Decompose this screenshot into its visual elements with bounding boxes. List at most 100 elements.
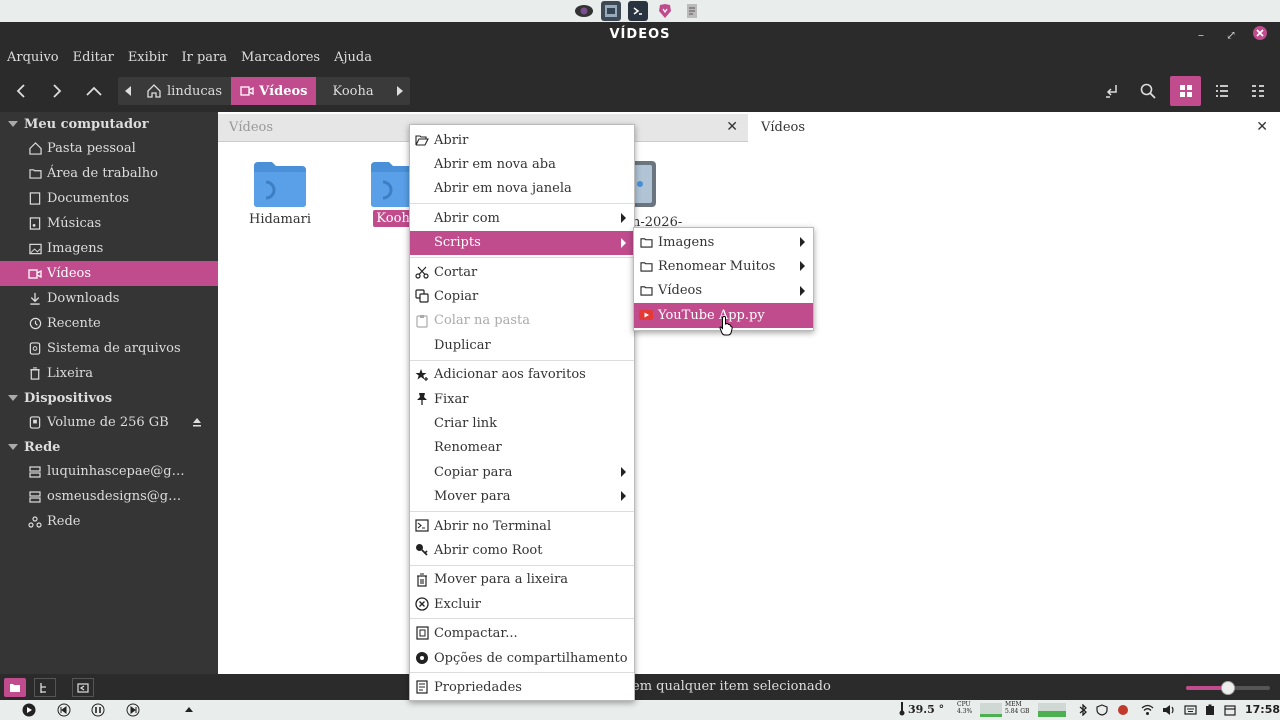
sidebar-item-images[interactable]: Imagens — [0, 236, 218, 261]
search-icon[interactable] — [1134, 77, 1162, 105]
toggle-location-icon[interactable] — [1098, 77, 1126, 105]
menu-item-duplicar[interactable]: Duplicar — [410, 333, 634, 357]
menu-item-renomear[interactable]: Renomear — [410, 436, 634, 460]
sidebar-item-network[interactable]: Rede — [0, 509, 218, 534]
menu-item-compactar[interactable]: Compactar... — [410, 621, 634, 645]
calendar-icon[interactable] — [1224, 704, 1236, 716]
submenu-item-videos[interactable]: Vídeos — [634, 279, 813, 303]
menu-item-abrir-nova-janela[interactable]: Abrir em nova janela — [410, 177, 634, 201]
show-treeview-button[interactable] — [34, 678, 56, 697]
forward-button[interactable] — [43, 77, 71, 105]
menu-ir-para[interactable]: Ir para — [175, 48, 235, 68]
zoom-slider[interactable] — [1186, 681, 1270, 695]
path-item-home[interactable]: linducas — [138, 77, 231, 105]
menu-item-copiar[interactable]: Copiar — [410, 284, 634, 308]
menu-item-scripts[interactable]: Scripts — [410, 230, 634, 255]
close-tab-icon[interactable]: ✕ — [1256, 119, 1268, 135]
sidebar-item-network-drive-1[interactable]: luquinhascepae@g… — [0, 459, 218, 484]
menu-item-compartilhamento[interactable]: Opções de compartilhamento — [410, 646, 634, 670]
menu-marcadores[interactable]: Marcadores — [234, 48, 327, 68]
menu-item-abrir-com[interactable]: Abrir com — [410, 206, 634, 230]
wifi-icon[interactable] — [1141, 704, 1154, 716]
menu-item-fixar[interactable]: Fixar — [410, 387, 634, 411]
sidebar-item-music[interactable]: Músicas — [0, 211, 218, 236]
path-left-arrow-icon[interactable] — [118, 77, 138, 105]
menu-item-criar-link[interactable]: Criar link — [410, 411, 634, 435]
copy-icon — [415, 289, 429, 303]
minimize-icon[interactable]: – — [1192, 26, 1210, 44]
sidebar-item-label: Recente — [47, 316, 101, 331]
bluetooth-icon[interactable] — [1078, 704, 1088, 716]
record-icon[interactable] — [1117, 704, 1129, 716]
menu-editar[interactable]: Editar — [66, 48, 121, 68]
menu-item-copiar-para[interactable]: Copiar para — [410, 460, 634, 484]
path-item-kooha[interactable]: Kooha — [316, 77, 389, 105]
show-places-button[interactable] — [4, 678, 26, 697]
eject-icon[interactable] — [192, 417, 202, 427]
menu-item-propriedades[interactable]: Propriedades — [410, 675, 634, 699]
pause-icon[interactable] — [91, 703, 105, 717]
compact-view-button[interactable] — [1244, 77, 1272, 105]
next-track-icon[interactable] — [126, 703, 140, 717]
menu-item-abrir-terminal[interactable]: Abrir no Terminal — [410, 514, 634, 538]
sidebar-section-devices[interactable]: Dispositivos — [0, 386, 218, 410]
sidebar-section-computer[interactable]: Meu computador — [0, 112, 218, 136]
sidebar-item-trash[interactable]: Lixeira — [0, 361, 218, 386]
folder-icon — [28, 167, 42, 181]
battery-icon[interactable] — [1205, 704, 1215, 716]
menu-item-adicionar-favoritos[interactable]: Adicionar aos favoritos — [410, 363, 634, 387]
volume-icon[interactable] — [1162, 704, 1175, 716]
list-view-button[interactable] — [1208, 77, 1236, 105]
temperature-indicator: 39.5 ° — [899, 702, 944, 716]
icon-view-button[interactable] — [1170, 76, 1201, 106]
previous-track-icon[interactable] — [57, 703, 71, 717]
file-item-hidamari[interactable]: Hidamari — [235, 160, 325, 227]
menu-item-cortar[interactable]: Cortar — [410, 260, 634, 284]
text-editor-icon[interactable] — [682, 1, 702, 21]
menu-ajuda[interactable]: Ajuda — [327, 48, 379, 68]
up-button[interactable] — [80, 77, 108, 105]
expand-up-icon[interactable] — [184, 706, 194, 713]
image-icon — [28, 242, 42, 256]
path-item-videos[interactable]: Vídeos — [231, 77, 317, 105]
files-app-icon[interactable] — [601, 1, 621, 21]
menu-item-abrir-nova-aba[interactable]: Abrir em nova aba — [410, 152, 634, 176]
sidebar-item-network-drive-2[interactable]: osmeusdesigns@g… — [0, 484, 218, 509]
toggle-sidebar-button[interactable] — [72, 678, 94, 697]
menu-item-abrir[interactable]: Abrir — [410, 128, 634, 152]
back-button[interactable] — [7, 77, 35, 105]
menu-item-label: Copiar — [434, 289, 479, 305]
terminal-app-icon[interactable] — [628, 1, 648, 21]
sidebar-item-videos[interactable]: Vídeos — [0, 261, 218, 286]
delete-icon — [415, 597, 429, 611]
sidebar-item-home[interactable]: Pasta pessoal — [0, 136, 218, 161]
menu-item-mover-lixeira[interactable]: Mover para a lixeira — [410, 568, 634, 592]
maximize-icon[interactable]: ⤢ — [1222, 26, 1240, 44]
shield-icon[interactable] — [1096, 704, 1108, 716]
sidebar-item-documents[interactable]: Documentos — [0, 186, 218, 211]
sidebar-item-downloads[interactable]: Downloads — [0, 286, 218, 311]
tab-videos-2[interactable]: Vídeos ✕ — [750, 114, 1278, 142]
brave-browser-icon[interactable] — [655, 1, 675, 21]
sidebar-item-filesystem[interactable]: Sistema de arquivos — [0, 336, 218, 361]
close-tab-icon[interactable]: ✕ — [726, 119, 738, 135]
path-right-arrow-icon[interactable] — [390, 77, 410, 105]
keyboard-icon[interactable] — [1184, 704, 1197, 716]
submenu-item-renomear-muitos[interactable]: Renomear Muitos — [634, 254, 813, 278]
sidebar-item-desktop[interactable]: Área de trabalho — [0, 161, 218, 186]
sidebar-section-title: Rede — [24, 439, 61, 455]
close-window-icon[interactable] — [1252, 25, 1270, 43]
menu-arquivo[interactable]: Arquivo — [0, 48, 66, 68]
sidebar-item-recent[interactable]: Recente — [0, 311, 218, 336]
play-icon[interactable] — [22, 703, 36, 717]
zoom-slider-handle[interactable] — [1221, 681, 1235, 695]
menu-item-mover-para[interactable]: Mover para — [410, 484, 634, 508]
sidebar-section-network[interactable]: Rede — [0, 435, 218, 459]
eye-app-icon[interactable] — [574, 1, 594, 21]
menu-item-abrir-root[interactable]: Abrir como Root — [410, 538, 634, 562]
pin-icon — [415, 392, 429, 406]
menu-exibir[interactable]: Exibir — [121, 48, 175, 68]
submenu-item-imagens[interactable]: Imagens — [634, 230, 813, 254]
menu-item-excluir[interactable]: Excluir — [410, 592, 634, 616]
sidebar-item-volume[interactable]: Volume de 256 GB — [0, 410, 218, 435]
